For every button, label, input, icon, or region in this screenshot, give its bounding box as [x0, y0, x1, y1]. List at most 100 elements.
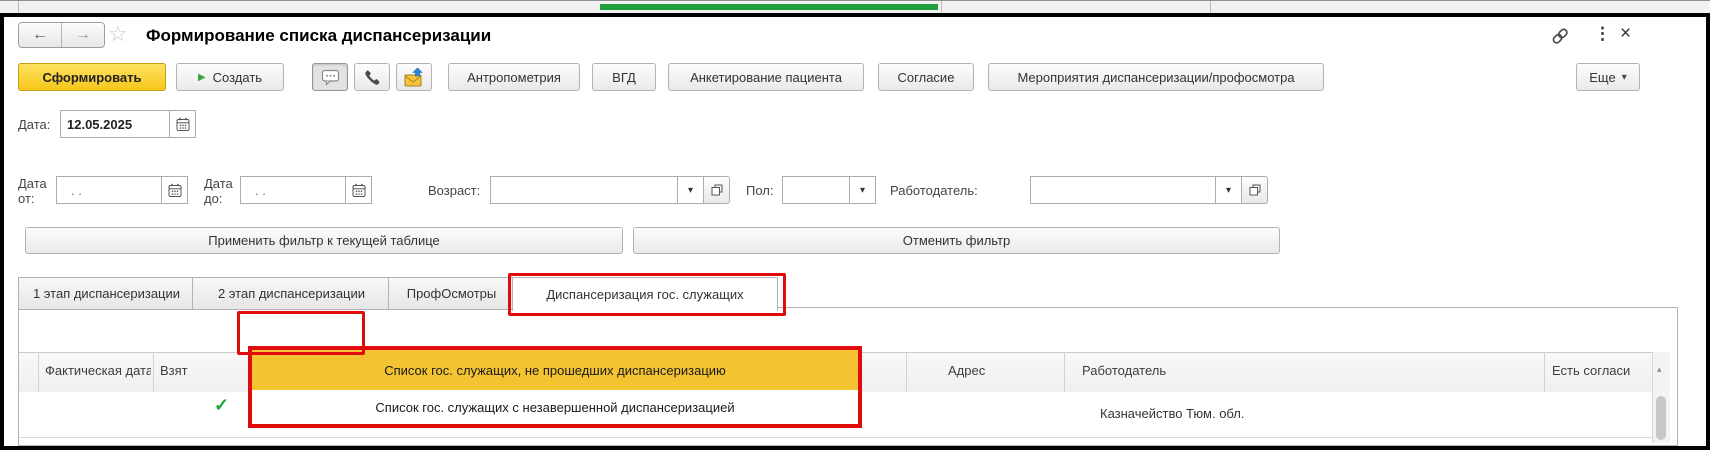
browser-tab-strip [0, 0, 1710, 13]
back-button[interactable]: ← [19, 23, 62, 47]
gender-dropdown-button[interactable]: ▾ [850, 176, 876, 204]
scroll-up-icon: ▴ [1657, 364, 1662, 375]
calendar-icon [168, 183, 182, 198]
anthropometry-label: Антропометрия [467, 70, 561, 85]
close-icon: × [1620, 23, 1631, 44]
generate-label: Сформировать [42, 70, 141, 85]
tab-label: ПрофОсмотры [407, 286, 497, 301]
strip-separator [1210, 1, 1211, 13]
menu-item-label: Список гос. служащих, не прошедших диспа… [384, 363, 726, 378]
chevron-down-icon: ▾ [1622, 72, 1627, 83]
date-to-group [240, 176, 372, 204]
favorite-star-icon[interactable]: ☆ [108, 21, 128, 47]
envelope-up-arrow-icon [404, 68, 424, 87]
date-from-calendar-button[interactable] [162, 176, 188, 204]
generate-button[interactable]: Сформировать [18, 63, 166, 91]
phone-icon [364, 69, 381, 86]
play-icon: ▶ [198, 72, 206, 83]
export-dropdown-menu: Список гос. служащих, не прошедших диспа… [248, 346, 862, 428]
tab-label: Диспансеризация гос. служащих [546, 287, 743, 302]
close-button[interactable]: × [1620, 23, 1631, 45]
vgd-button[interactable]: ВГД [592, 63, 656, 91]
tab-gos-sluzhashchie[interactable]: Диспансеризация гос. служащих [512, 277, 778, 311]
date-from-group [56, 176, 188, 204]
column-header-actual-date[interactable]: Фактическая дата [45, 363, 151, 378]
date-label: Дата: [18, 117, 50, 132]
chain-link-icon [1550, 26, 1570, 46]
tab-label: 2 этап диспансеризации [218, 286, 365, 301]
more-label: Еще [1589, 70, 1615, 85]
cancel-filter-button[interactable]: Отменить фильтр [633, 227, 1280, 254]
questionnaire-label: Анкетирование пациента [690, 70, 842, 85]
forward-arrow-icon: → [75, 26, 91, 44]
consent-button[interactable]: Согласие [878, 63, 974, 91]
date-to-calendar-button[interactable] [346, 176, 372, 204]
vertical-scrollbar[interactable]: ▴ [1652, 352, 1670, 443]
checked-icon: ✓ [214, 395, 229, 416]
tab-stage2[interactable]: 2 этап диспансеризации [192, 277, 391, 310]
date-calendar-button[interactable] [170, 110, 196, 138]
strip-separator [941, 1, 942, 13]
age-input[interactable] [490, 176, 678, 204]
kebab-icon: ⋮ [1594, 24, 1611, 43]
calendar-icon [352, 183, 366, 198]
page-title: Формирование списка диспансеризации [146, 26, 491, 46]
date-group [60, 110, 196, 138]
date-to-label: Дата до: [204, 176, 242, 206]
age-combo: ▾ [490, 176, 730, 204]
create-label: Создать [213, 70, 262, 85]
age-open-button[interactable] [704, 176, 730, 204]
date-to-input[interactable] [240, 176, 346, 204]
open-list-icon [711, 184, 723, 196]
column-header-taken[interactable]: Взят [160, 363, 244, 378]
chevron-down-icon: ▾ [688, 185, 693, 196]
row-divider [19, 437, 1652, 438]
cancel-filter-label: Отменить фильтр [903, 233, 1011, 248]
column-header-employer[interactable]: Работодатель [1082, 363, 1166, 378]
app-window: ← → ☆ Формирование списка диспансеризаци… [0, 0, 1710, 450]
events-label: Мероприятия диспансеризации/профосмотра [1017, 70, 1294, 85]
menu-item-not-passed[interactable]: Список гос. служащих, не прошедших диспа… [252, 350, 858, 390]
active-browser-tab-indicator [600, 4, 938, 10]
history-nav-group: ← → [18, 22, 105, 48]
age-dropdown-button[interactable]: ▾ [678, 176, 704, 204]
menu-item-unfinished[interactable]: Список гос. служащих с незавершенной дис… [252, 390, 858, 424]
employer-combo: ▾ [1030, 176, 1268, 204]
column-header-address[interactable]: Адрес [948, 363, 985, 378]
column-header-has-consent[interactable]: Есть согласи [1552, 363, 1642, 378]
create-button[interactable]: ▶ Создать [176, 63, 284, 91]
questionnaire-button[interactable]: Анкетирование пациента [668, 63, 864, 91]
email-button[interactable] [396, 63, 432, 91]
events-button[interactable]: Мероприятия диспансеризации/профосмотра [988, 63, 1324, 91]
apply-filter-button[interactable]: Применить фильтр к текущей таблице [25, 227, 623, 254]
chevron-down-icon: ▾ [860, 185, 865, 196]
date-from-label: Дата от: [18, 176, 56, 206]
consent-label: Согласие [898, 70, 955, 85]
gender-combo: ▾ [782, 176, 876, 204]
employer-dropdown-button[interactable]: ▾ [1216, 176, 1242, 204]
scrollbar-thumb[interactable] [1656, 396, 1666, 440]
date-input[interactable] [60, 110, 170, 138]
back-arrow-icon: ← [32, 26, 48, 44]
get-link-button[interactable] [1550, 26, 1570, 46]
forward-button[interactable]: → [62, 23, 104, 47]
anthropometry-button[interactable]: Антропометрия [448, 63, 580, 91]
chevron-down-icon: ▾ [1226, 185, 1231, 196]
menu-item-label: Список гос. служащих с незавершенной дис… [375, 400, 734, 415]
sms-button[interactable] [312, 63, 348, 91]
row-employer-cell[interactable]: Казначейство Тюм. обл. [1100, 406, 1245, 421]
gender-label: Пол: [746, 183, 774, 198]
gender-input[interactable] [782, 176, 850, 204]
age-label: Возраст: [428, 183, 480, 198]
more-button-top[interactable]: Еще ▾ [1576, 63, 1640, 91]
strip-separator [18, 1, 19, 13]
employer-input[interactable] [1030, 176, 1216, 204]
phone-button[interactable] [354, 63, 390, 91]
window-menu-button[interactable]: ⋮ [1594, 24, 1611, 44]
employer-open-button[interactable] [1242, 176, 1268, 204]
tab-stage1[interactable]: 1 этап диспансеризации [18, 277, 195, 310]
tab-profosmotry[interactable]: ПрофОсмотры [388, 277, 515, 310]
tab-label: 1 этап диспансеризации [33, 286, 180, 301]
date-from-input[interactable] [56, 176, 162, 204]
open-list-icon [1249, 184, 1261, 196]
